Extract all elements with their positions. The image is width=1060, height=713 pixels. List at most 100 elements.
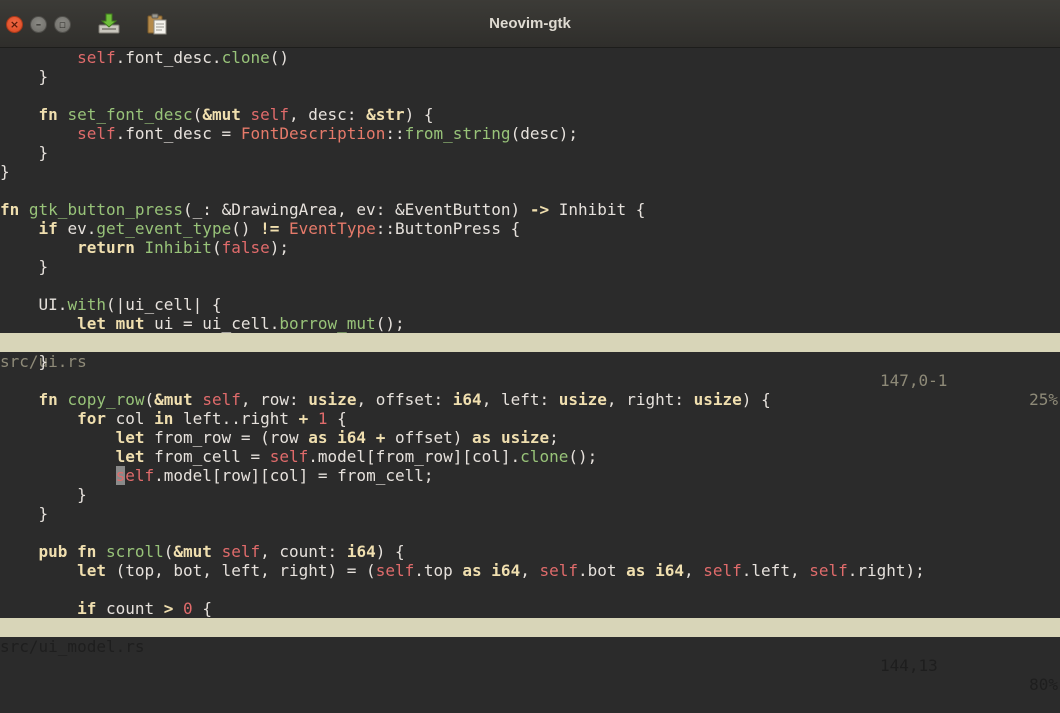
code-token: in — [154, 409, 184, 428]
code-line[interactable] — [0, 86, 1060, 105]
code-line[interactable]: self.model[row][col] = from_cell; — [0, 466, 1060, 485]
code-token: ev. — [67, 219, 97, 238]
code-token: { — [327, 409, 347, 428]
code-token: (); — [568, 447, 598, 466]
code-line[interactable] — [0, 580, 1060, 599]
code-line[interactable]: pub fn scroll(&mut self, count: i64) { — [0, 542, 1060, 561]
code-line[interactable] — [0, 523, 1060, 542]
code-token: , offset: — [356, 390, 453, 409]
code-token: ( — [163, 542, 174, 561]
code-token: i64 — [655, 561, 684, 580]
code-token: (_: &DrawingArea, ev: &EventButton) — [183, 200, 530, 219]
code-line[interactable]: } — [0, 352, 1060, 371]
code-token: , desc: — [289, 105, 367, 124]
code-line[interactable]: fn gtk_button_press(_: &DrawingArea, ev:… — [0, 200, 1060, 219]
code-token: return — [77, 238, 145, 257]
code-line[interactable]: UI.with(|ui_cell| { — [0, 295, 1060, 314]
code-token: left..right — [183, 409, 299, 428]
code-token: self — [375, 561, 415, 580]
code-token: borrow_mut — [279, 314, 376, 333]
code-token: &mut — [173, 542, 222, 561]
code-line[interactable]: } — [0, 257, 1060, 276]
code-token: count — [105, 599, 164, 618]
code-token: + — [375, 428, 386, 447]
code-token: clone — [221, 48, 270, 67]
status-scroll-percent: 80% — [1029, 675, 1058, 694]
code-token: fn — [38, 390, 68, 409]
code-line[interactable] — [0, 371, 1060, 390]
code-token: col — [115, 409, 155, 428]
code-token: &mut — [154, 390, 203, 409]
code-line[interactable]: self.font_desc = FontDescription::from_s… — [0, 124, 1060, 143]
code-line[interactable]: if ev.get_event_type() != EventType::But… — [0, 219, 1060, 238]
code-line[interactable] — [0, 276, 1060, 295]
code-line[interactable]: } — [0, 143, 1060, 162]
code-token: for — [77, 409, 116, 428]
editor-area[interactable]: self.font_desc.clone() } fn set_font_des… — [0, 48, 1060, 694]
code-token: .model[row][col] = from_cell; — [154, 466, 434, 485]
top-status-line: src/ui.rs 147,0-1 25% — [0, 333, 1060, 409]
code-token: > — [163, 599, 174, 618]
code-token: , — [520, 561, 540, 580]
code-line[interactable] — [0, 181, 1060, 200]
code-token: pub fn — [38, 542, 106, 561]
code-token: usize — [693, 390, 742, 409]
code-token: let — [115, 428, 155, 447]
code-token: (desc); — [510, 124, 578, 143]
code-line[interactable]: let mut ui = ui_cell.borrow_mut(); — [0, 314, 1060, 333]
code-token: FontDescription — [240, 124, 386, 143]
code-line[interactable]: let (top, bot, left, right) = (self.top … — [0, 561, 1060, 580]
code-token: Inhibit — [144, 238, 212, 257]
code-token: () — [269, 48, 289, 67]
code-line[interactable]: return Inhibit(false); — [0, 238, 1060, 257]
code-line[interactable]: } — [0, 504, 1060, 523]
code-token: usize — [500, 428, 550, 447]
code-token: } — [0, 67, 49, 86]
code-token: self — [77, 48, 116, 67]
code-token: get_event_type — [96, 219, 232, 238]
code-line[interactable]: for col in left..right + 1 { — [0, 409, 1060, 428]
code-token: from_row = (row — [154, 428, 309, 447]
code-token: 0 — [183, 599, 193, 618]
code-token: set_font_desc — [67, 105, 193, 124]
code-token: ( — [144, 390, 155, 409]
code-line[interactable]: fn copy_row(&mut self, row: usize, offse… — [0, 390, 1060, 409]
code-token: ::ButtonPress { — [375, 219, 521, 238]
code-token: if — [77, 599, 106, 618]
code-token: } — [0, 352, 49, 371]
code-token: EventType — [289, 219, 376, 238]
window-title: Neovim-gtk — [489, 15, 571, 32]
code-token: } — [0, 485, 87, 504]
code-token: .left, — [741, 561, 810, 580]
code-token: } — [0, 257, 49, 276]
code-line[interactable]: self.font_desc.clone() — [0, 48, 1060, 67]
code-line[interactable]: let from_cell = self.model[from_row][col… — [0, 447, 1060, 466]
code-line[interactable]: } — [0, 67, 1060, 86]
code-line[interactable]: } — [0, 485, 1060, 504]
code-token: , row: — [240, 390, 309, 409]
code-token: ( — [192, 105, 203, 124]
code-token: &str — [366, 105, 405, 124]
code-token: ) { — [404, 105, 434, 124]
bottom-editor-pane[interactable]: } fn copy_row(&mut self, row: usize, off… — [0, 352, 1060, 618]
top-editor-pane[interactable]: self.font_desc.clone() } fn set_font_des… — [0, 48, 1060, 333]
code-line[interactable]: if count > 0 { — [0, 599, 1060, 618]
code-line[interactable]: } — [0, 162, 1060, 181]
code-token: copy_row — [67, 390, 145, 409]
code-token: , left: — [481, 390, 559, 409]
code-token: let mut — [77, 314, 155, 333]
code-token: self — [221, 542, 261, 561]
code-token: } — [0, 504, 49, 523]
code-line[interactable]: let from_row = (row as i64 + offset) as … — [0, 428, 1060, 447]
code-token: 1 — [317, 409, 328, 428]
code-token: self — [250, 105, 290, 124]
code-token: ( — [211, 238, 222, 257]
code-line[interactable]: fn set_font_desc(&mut self, desc: &str) … — [0, 105, 1060, 124]
